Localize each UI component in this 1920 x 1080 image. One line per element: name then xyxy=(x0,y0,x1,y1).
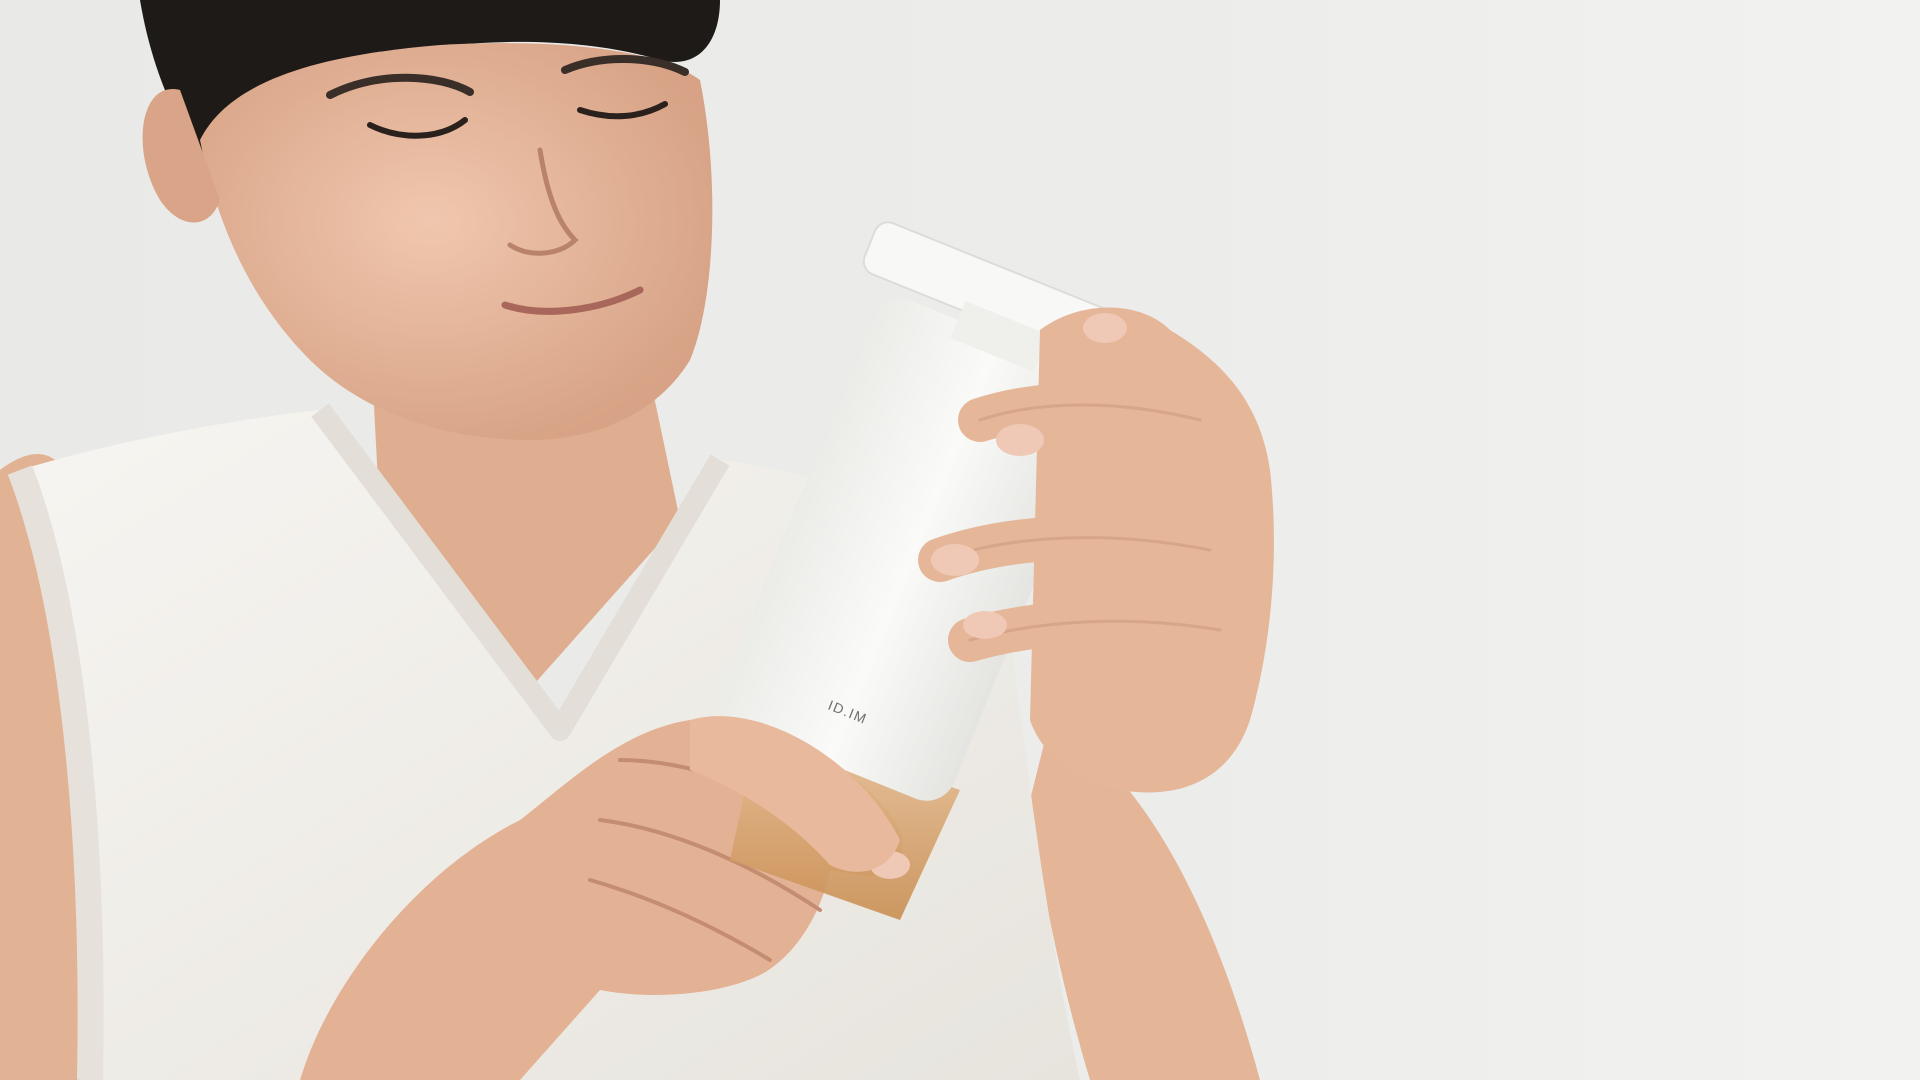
fingernail xyxy=(963,611,1007,639)
fingernail xyxy=(1083,313,1127,343)
fingernail xyxy=(931,544,979,576)
product-photo: ID.IM xyxy=(0,0,1920,1080)
fingernail xyxy=(996,424,1044,456)
photo-illustration: ID.IM xyxy=(0,0,1920,1080)
